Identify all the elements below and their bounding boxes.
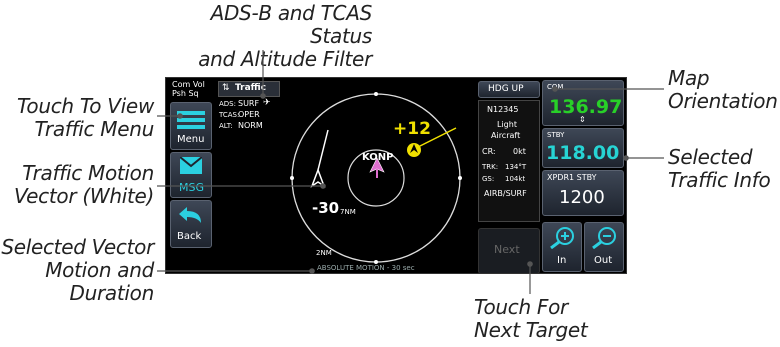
callout-leader-lines [157, 50, 664, 294]
